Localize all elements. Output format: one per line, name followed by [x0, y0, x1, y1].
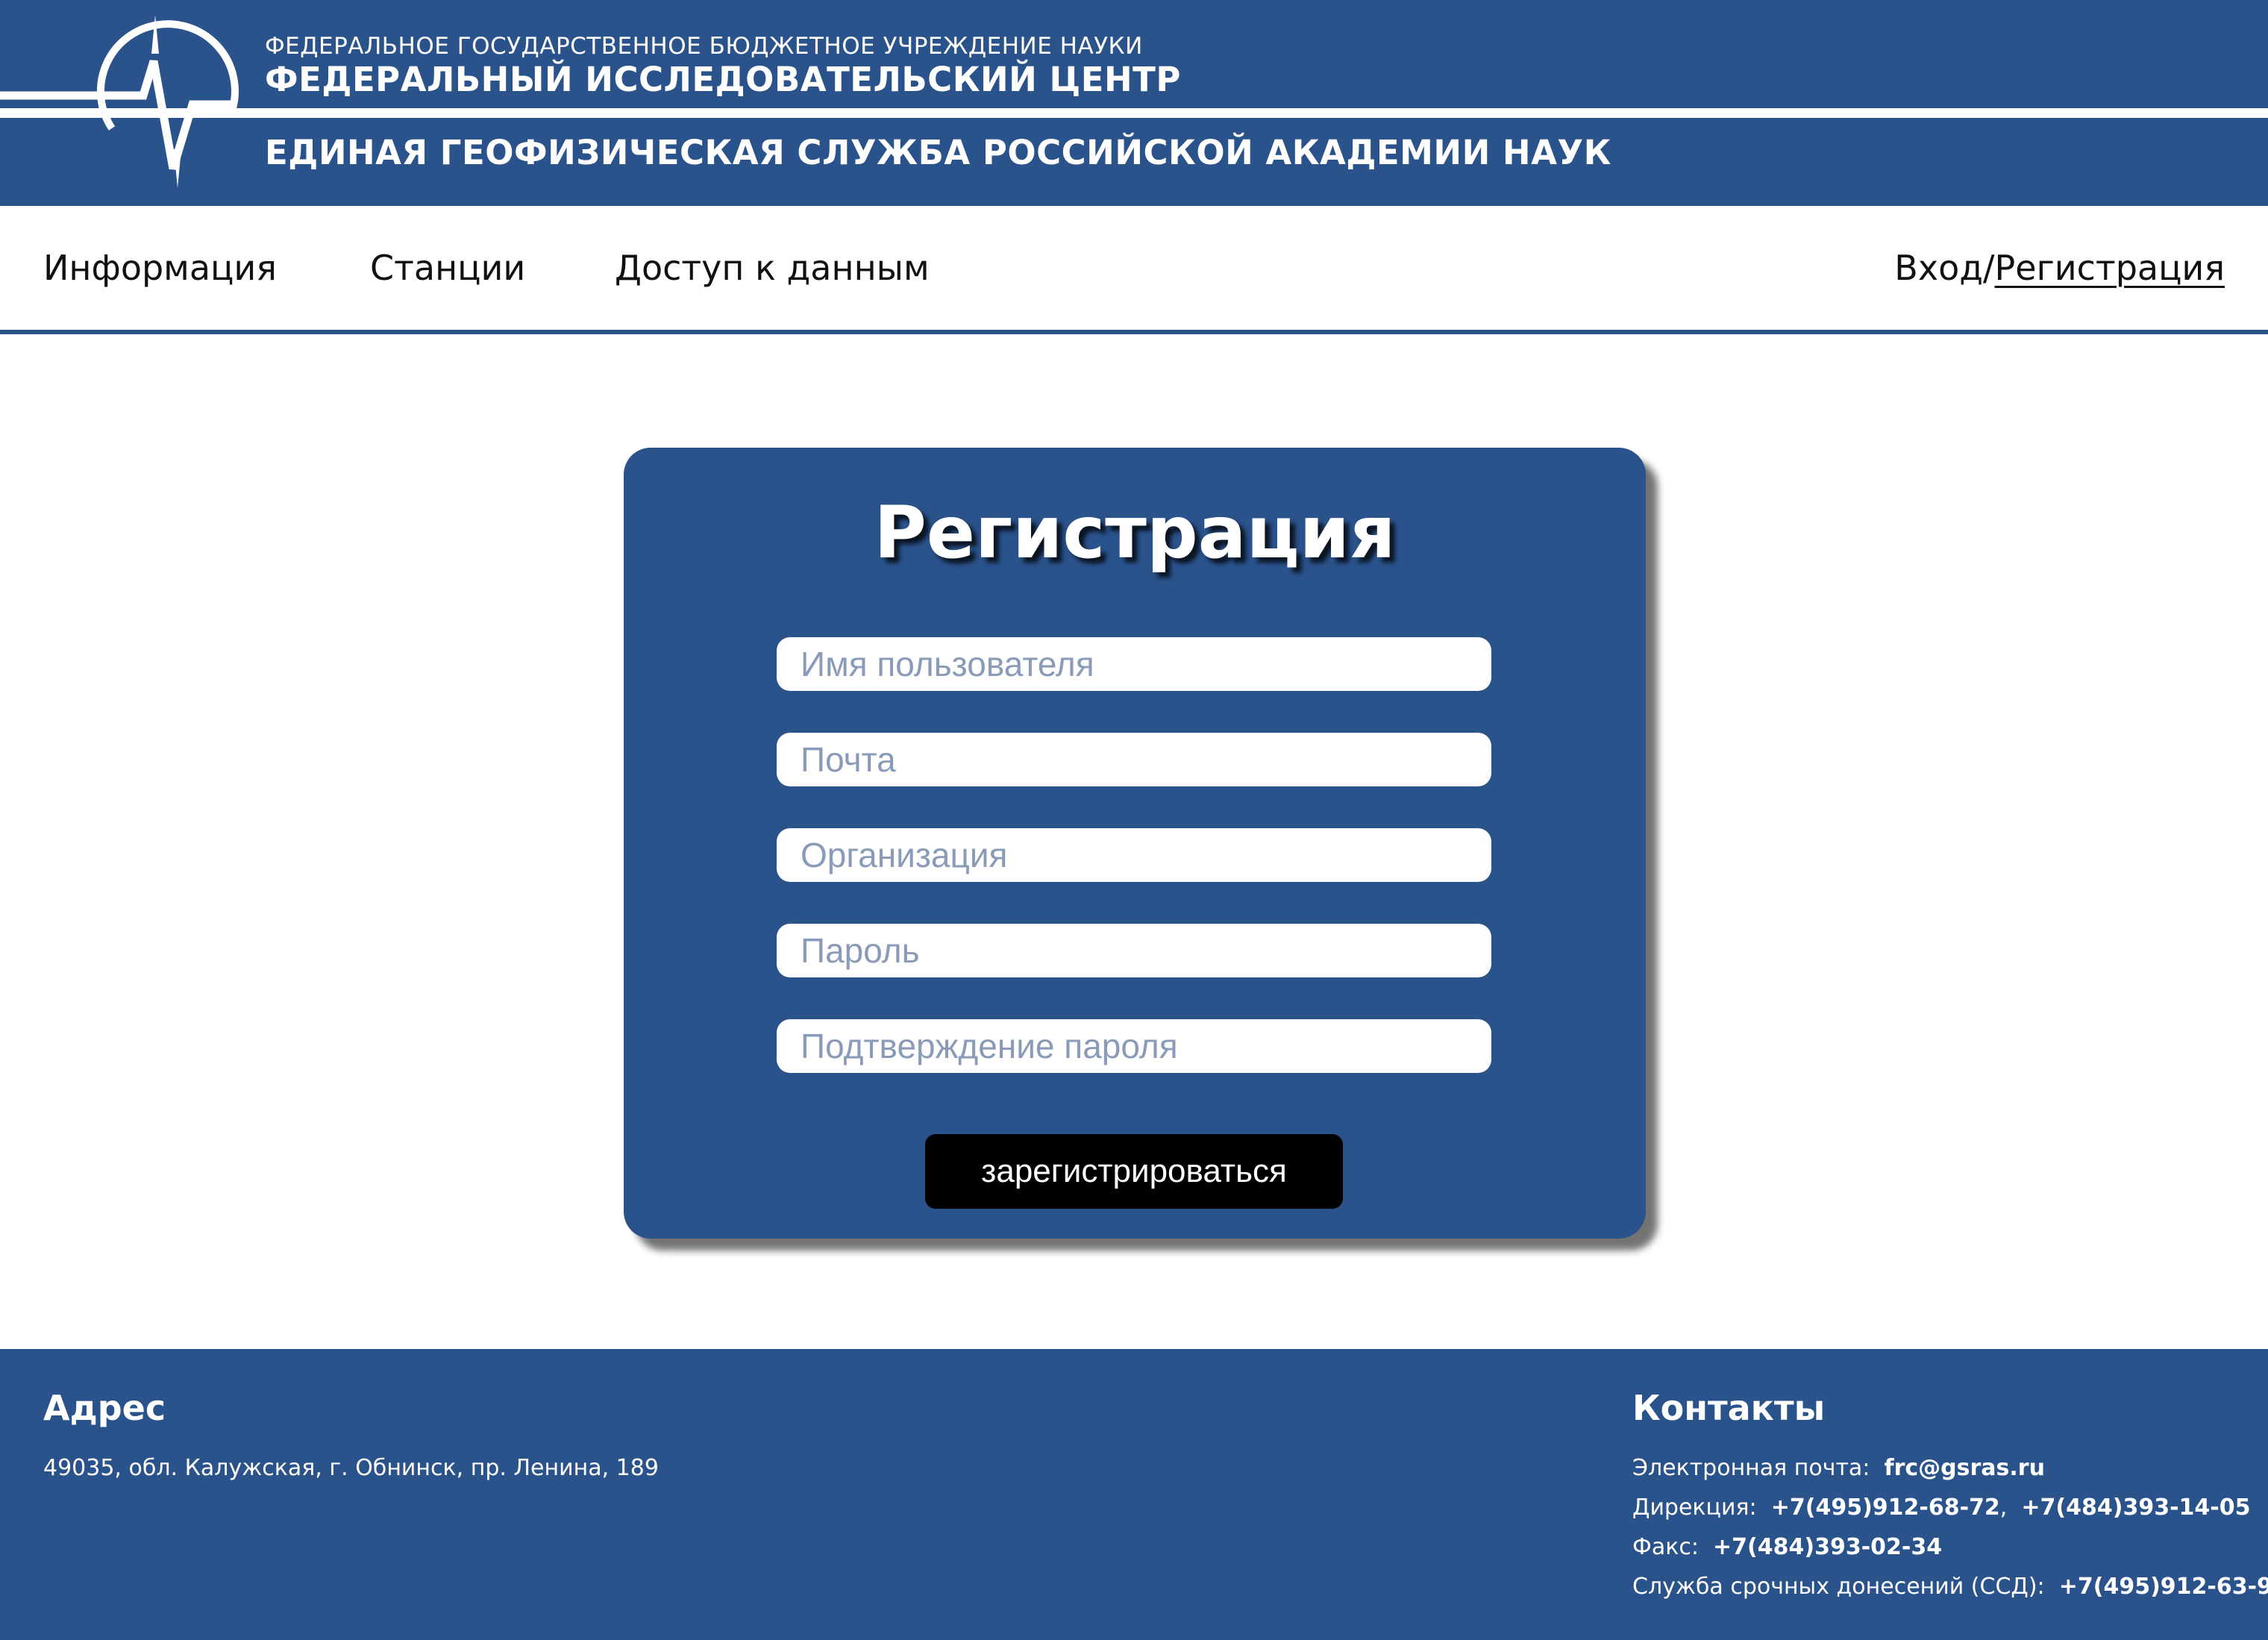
login-link[interactable]: Вход	[1894, 248, 1983, 288]
seismogram-compass-logo-icon[interactable]	[0, 0, 254, 206]
organization-input[interactable]	[777, 828, 1491, 882]
register-button[interactable]: зарегистрироваться	[925, 1134, 1343, 1209]
direction-label: Дирекция:	[1632, 1495, 1757, 1521]
fax-label: Факс:	[1632, 1534, 1699, 1560]
email-link[interactable]: frc@gsras.ru	[1885, 1455, 2045, 1481]
address-heading: Адрес	[43, 1388, 166, 1428]
email-label: Электронная почта:	[1632, 1455, 1870, 1481]
direction-phone-2[interactable]: +7(484)393-14-05	[2021, 1495, 2250, 1521]
form-title: Регистрация	[874, 491, 1396, 575]
contact-fax-row: Факс: +7(484)393-02-34	[1632, 1534, 1942, 1560]
urgent-phone[interactable]: +7(495)912-63-97	[2059, 1574, 2268, 1600]
urgent-label: Служба срочных донесений (ССД):	[1632, 1574, 2045, 1600]
nav-item-information[interactable]: Информация	[43, 248, 277, 288]
auth-separator: /	[1983, 248, 1995, 288]
registration-card: Регистрация зарегистрироваться	[624, 448, 1646, 1239]
address-text: 49035, обл. Калужская, г. Обнинск, пр. Л…	[43, 1455, 659, 1481]
contact-email-row: Электронная почта: frc@gsras.ru	[1632, 1455, 2045, 1481]
site-header: ФЕДЕРАЛЬНОЕ ГОСУДАРСТВЕННОЕ БЮДЖЕТНОЕ УЧ…	[0, 0, 2268, 206]
fax-number: +7(484)393-02-34	[1713, 1534, 1943, 1560]
main-nav: Информация Станции Доступ к данным Вход/…	[0, 206, 2268, 334]
header-divider-line	[0, 108, 2268, 118]
org-name: ЕДИНАЯ ГЕОФИЗИЧЕСКАЯ СЛУЖБА РОССИЙСКОЙ А…	[265, 133, 1611, 172]
password-input[interactable]	[777, 924, 1491, 977]
username-input[interactable]	[777, 637, 1491, 691]
auth-links: Вход/Регистрация	[1894, 248, 2225, 288]
register-link[interactable]: Регистрация	[1995, 248, 2225, 288]
contact-direction-row: Дирекция: +7(495)912-68-72, +7(484)393-1…	[1632, 1495, 2251, 1521]
org-subtitle: ФЕДЕРАЛЬНОЕ ГОСУДАРСТВЕННОЕ БЮДЖЕТНОЕ УЧ…	[265, 33, 1143, 60]
email-input[interactable]	[777, 733, 1491, 786]
contacts-heading: Контакты	[1632, 1388, 1826, 1428]
site-footer: Адрес 49035, обл. Калужская, г. Обнинск,…	[0, 1349, 2268, 1640]
nav-item-data-access[interactable]: Доступ к данным	[615, 248, 930, 288]
confirm-password-input[interactable]	[777, 1019, 1491, 1073]
nav-item-stations[interactable]: Станции	[370, 248, 525, 288]
org-title: ФЕДЕРАЛЬНЫЙ ИССЛЕДОВАТЕЛЬСКИЙ ЦЕНТР	[265, 60, 1181, 99]
contact-urgent-row: Служба срочных донесений (ССД): +7(495)9…	[1632, 1574, 2268, 1600]
direction-phone-1[interactable]: +7(495)912-68-72	[1771, 1495, 2000, 1521]
